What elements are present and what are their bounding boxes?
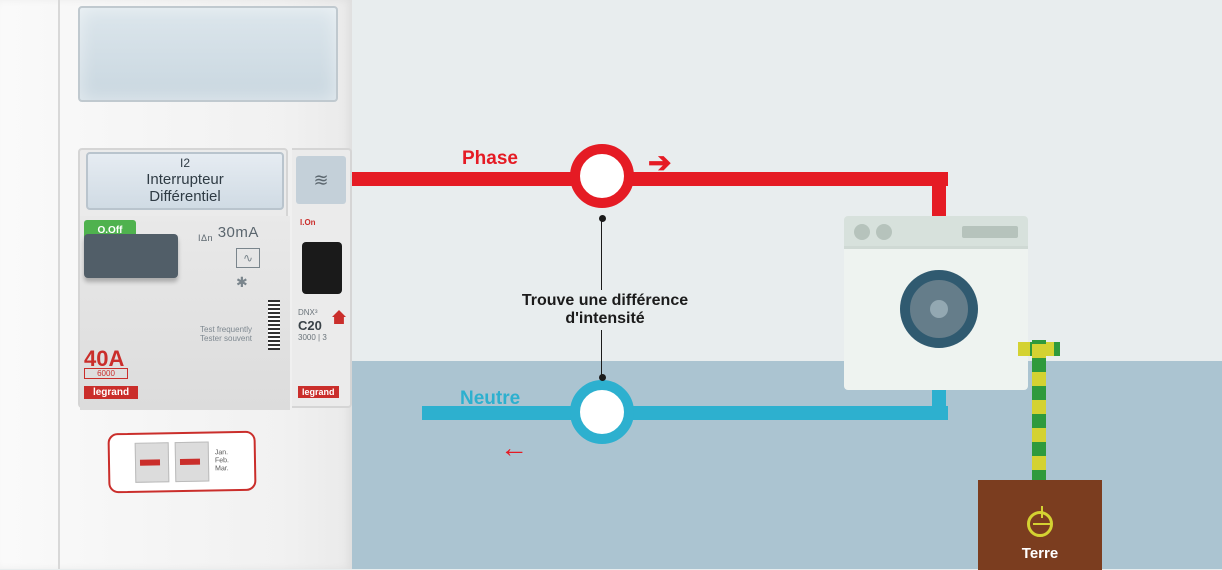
current-arrow-right-icon: ➔ — [648, 146, 671, 179]
machine-divider — [844, 246, 1028, 249]
breaking-capacity: 6000 — [84, 368, 128, 379]
machine-drum-icon — [900, 270, 978, 348]
snowflake-icon: ✱ — [236, 274, 248, 291]
ground-symbol-icon — [1027, 511, 1053, 537]
sticker-breaker-icon — [135, 442, 170, 483]
switch-on-indicator: I.On — [300, 218, 316, 227]
model-rating: C20 — [298, 318, 327, 334]
breaker-label-line2: Interrupteur — [146, 171, 224, 188]
model-sub: 3000 | 3 — [298, 333, 327, 342]
switch-lever[interactable] — [84, 234, 178, 278]
neutral-label: Neutre — [460, 388, 520, 410]
current-arrow-left-icon: ← — [500, 432, 528, 464]
comparison-caption: Trouve une différence d'intensité — [478, 290, 732, 330]
breaker-panel: I2 Interrupteur Différentiel O.Off IΔn 3… — [0, 0, 352, 569]
ac-type-icon: ∿ — [236, 248, 260, 268]
breaker-label-line3: Différentiel — [149, 188, 220, 205]
breaker-label-line1: I2 — [180, 157, 190, 171]
idn-prefix: IΔn — [198, 233, 213, 243]
sticker-months: Jan. Feb. Mar. — [215, 450, 229, 473]
neutral-sensor-node — [570, 380, 634, 444]
phase-label: Phase — [462, 148, 518, 170]
sensitivity-label: IΔn 30mA — [198, 224, 259, 243]
breaker-label: I2 Interrupteur Différentiel — [86, 152, 284, 210]
differential-switch: I2 Interrupteur Différentiel O.Off IΔn 3… — [78, 148, 288, 408]
washing-machine — [844, 216, 1028, 390]
brand-badge-2: legrand — [298, 386, 339, 398]
ground-label: Terre — [1022, 545, 1058, 562]
heater-icon: ≋ — [296, 156, 346, 204]
detergent-slot-icon — [962, 226, 1018, 238]
test-note: Test frequently Tester souvent — [200, 326, 252, 344]
phase-sensor-node — [570, 144, 634, 208]
model-label: DNX³ C20 3000 | 3 — [298, 308, 327, 343]
panel-window — [78, 6, 338, 102]
test-note-line2: Tester souvent — [200, 335, 252, 344]
test-reminder-sticker: Jan. Feb. Mar. — [107, 431, 256, 494]
earth-wire — [1032, 340, 1046, 498]
circuit-breaker-c20: ≋ I.On DNX³ C20 3000 | 3 legrand — [292, 148, 352, 408]
house-icon — [332, 310, 346, 324]
switch-lever-2[interactable] — [302, 242, 342, 294]
sticker-breaker-icon-2 — [175, 442, 210, 483]
sensitivity-value: 30mA — [218, 224, 259, 241]
barcode-icon — [268, 300, 280, 350]
machine-knob-icon — [854, 224, 870, 240]
machine-knob-icon-2 — [876, 224, 892, 240]
circuit-diagram: Phase Neutre ➔ ← Trouve une différence d… — [352, 0, 1222, 569]
ground-block: Terre — [978, 480, 1102, 570]
brand-badge: legrand — [84, 386, 138, 399]
model-series: DNX³ — [298, 308, 318, 317]
